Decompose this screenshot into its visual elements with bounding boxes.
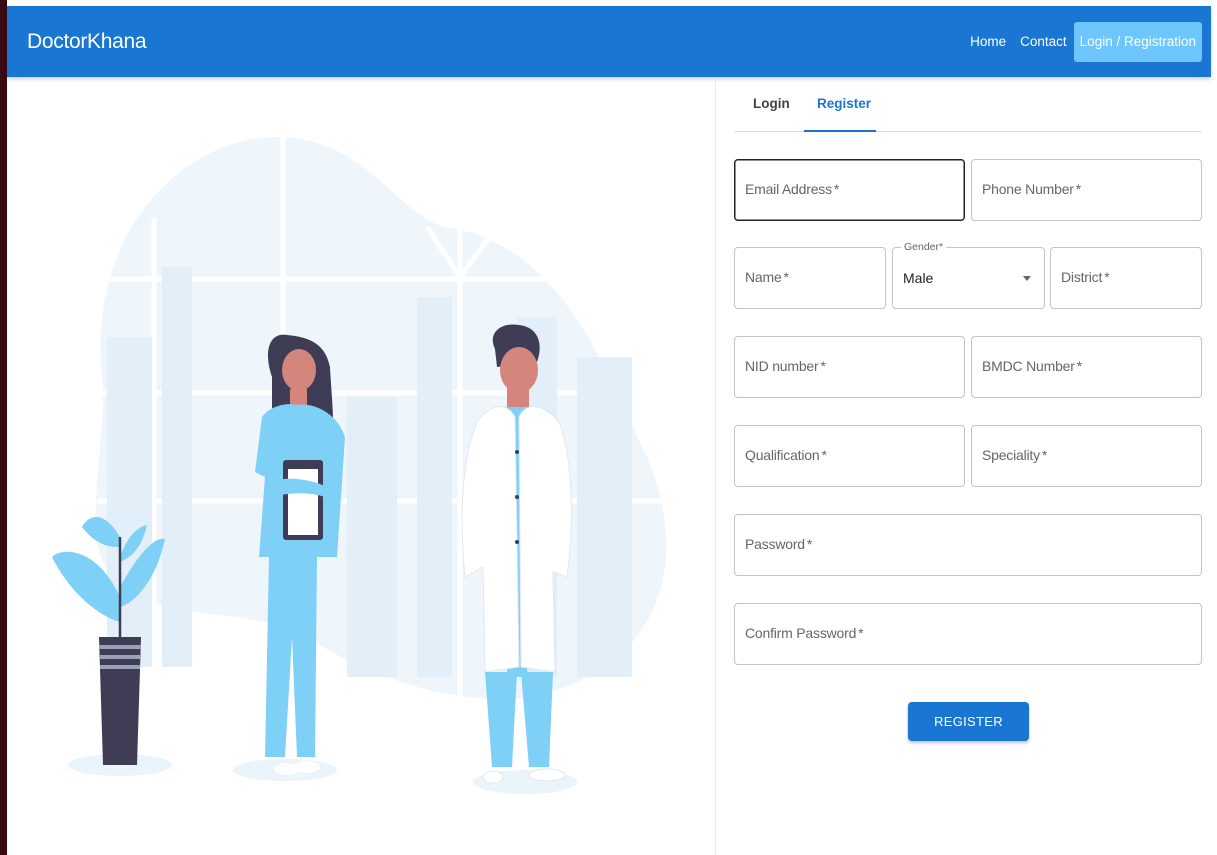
district-field[interactable]: District * — [1050, 247, 1202, 309]
tab-active-indicator — [804, 130, 876, 132]
confirm-password-field[interactable]: Confirm Password * — [734, 603, 1202, 665]
speciality-field[interactable]: Speciality * — [971, 425, 1202, 487]
password-field[interactable]: Password * — [734, 514, 1202, 576]
nav-contact-link[interactable]: Contact — [1013, 22, 1074, 62]
name-field[interactable]: Name * — [734, 247, 886, 309]
name-required-mark: * — [783, 269, 789, 285]
register-button[interactable]: REGISTER — [908, 702, 1029, 741]
nid-field[interactable]: NID number * — [734, 336, 965, 398]
panel-divider — [715, 77, 716, 855]
tab-login[interactable]: Login — [753, 96, 790, 111]
illustration-svg — [52, 137, 667, 794]
name-field-label: Name — [745, 269, 782, 285]
phone-required-mark: * — [1075, 181, 1082, 197]
district-required-mark: * — [1104, 269, 1110, 285]
confirm-password-field-label: Confirm Password — [745, 625, 857, 641]
brand-logo[interactable]: DoctorKhana — [27, 30, 147, 54]
phone-field-label: Phone Number — [982, 181, 1074, 197]
chevron-down-icon[interactable] — [1023, 276, 1031, 281]
password-field-label: Password — [745, 536, 805, 552]
speciality-required-mark: * — [1041, 447, 1048, 463]
top-nav: Home Contact Login / Registration — [963, 22, 1202, 62]
gender-required-mark: * — [939, 241, 944, 253]
nav-home-link[interactable]: Home — [963, 22, 1013, 62]
email-field[interactable]: Email Address * — [734, 159, 965, 221]
qualification-field[interactable]: Qualification * — [734, 425, 965, 487]
gender-select-value: Male — [903, 270, 934, 286]
auth-tabs: Login Register — [734, 77, 1202, 132]
doctors-illustration — [7, 77, 715, 855]
app-bar: DoctorKhana Home Contact Login / Registr… — [7, 6, 1211, 77]
phone-field[interactable]: Phone Number * — [971, 159, 1202, 221]
district-field-label: District — [1061, 269, 1103, 285]
tab-register[interactable]: Register — [817, 96, 871, 111]
bmdc-required-mark: * — [1076, 358, 1082, 374]
gender-select[interactable]: Gender* Male — [892, 241, 1045, 309]
gender-select-label: Gender — [904, 241, 940, 253]
nav-login-registration-button[interactable]: Login / Registration — [1073, 22, 1202, 62]
window-left-edge — [0, 0, 7, 855]
qualification-required-mark: * — [821, 447, 827, 463]
nid-field-label: NID number — [745, 358, 819, 374]
password-required-mark: * — [806, 536, 813, 552]
bmdc-field-label: BMDC Number — [982, 358, 1075, 374]
email-field-label: Email Address — [745, 181, 832, 197]
confirm-password-required-mark: * — [858, 625, 864, 641]
qualification-field-label: Qualification — [745, 447, 820, 463]
bmdc-field[interactable]: BMDC Number * — [971, 336, 1202, 398]
speciality-field-label: Speciality — [982, 447, 1040, 463]
nid-required-mark: * — [820, 358, 826, 374]
email-required-mark: * — [833, 181, 840, 197]
